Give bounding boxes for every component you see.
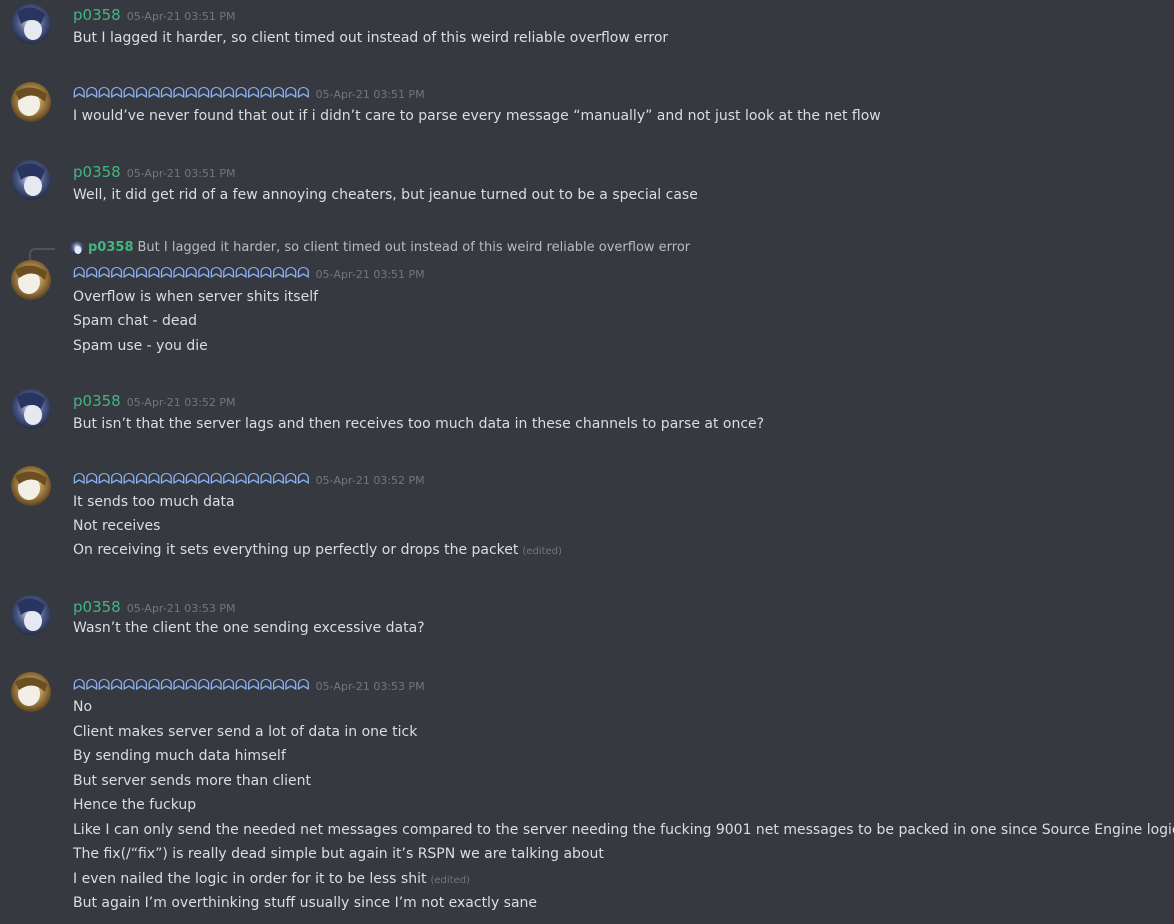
avatar[interactable] xyxy=(11,672,51,712)
message-group: p0358 05-Apr-21 03:51 PM But I lagged it … xyxy=(0,0,1174,70)
message-line: But isn’t that the server lags and then … xyxy=(73,416,765,432)
message-line: I even nailed the logic in order for it … xyxy=(73,869,470,889)
timestamp: 05-Apr-21 03:52 PM xyxy=(126,396,236,409)
reply-username[interactable]: p0358 xyxy=(88,240,134,255)
avatar[interactable] xyxy=(11,82,51,122)
message-line: But server sends more than client xyxy=(73,773,312,789)
timestamp: 05-Apr-21 03:53 PM xyxy=(315,680,425,693)
username[interactable]: p0358 xyxy=(73,163,121,181)
message-group: p0358 But I lagged it harder, so client t… xyxy=(0,236,1174,366)
message-line: On receiving it sets everything up perfe… xyxy=(73,540,562,560)
message-line: Spam use - you die xyxy=(73,338,208,354)
message-text: On receiving it sets everything up perfe… xyxy=(73,542,519,558)
message-line: Not receives xyxy=(73,518,161,534)
username[interactable]: ᗣᗣᗣᗣᗣᗣᗣᗣᗣᗣᗣᗣᗣᗣᗣᗣᗣᗣᗣ xyxy=(73,264,310,282)
timestamp: 05-Apr-21 03:51 PM xyxy=(126,10,236,23)
username[interactable]: p0358 xyxy=(73,6,121,24)
avatar[interactable] xyxy=(11,160,51,200)
message-line: Well, it did get rid of a few annoying c… xyxy=(73,187,698,203)
message-group: p0358 05-Apr-21 03:52 PM But isn’t that t… xyxy=(0,386,1174,456)
message-line: By sending much data himself xyxy=(73,748,286,764)
avatar[interactable] xyxy=(11,595,51,635)
message-line: Spam chat - dead xyxy=(73,313,197,329)
timestamp: 05-Apr-21 03:51 PM xyxy=(315,88,425,101)
message-line: Wasn’t the client the one sending excess… xyxy=(73,620,425,636)
avatar[interactable] xyxy=(11,260,51,300)
timestamp: 05-Apr-21 03:51 PM xyxy=(315,268,425,281)
message-group: ᗣᗣᗣᗣᗣᗣᗣᗣᗣᗣᗣᗣᗣᗣᗣᗣᗣᗣᗣ 05-Apr-21 03:51 PM I … xyxy=(0,78,1174,148)
timestamp: 05-Apr-21 03:53 PM xyxy=(126,602,236,615)
reply-avatar xyxy=(70,240,84,255)
timestamp: 05-Apr-21 03:51 PM xyxy=(126,167,236,180)
message-line: No xyxy=(73,699,93,715)
username[interactable]: p0358 xyxy=(73,392,121,410)
message-line: But again I’m overthinking stuff usually… xyxy=(73,895,538,911)
message-group: ᗣᗣᗣᗣᗣᗣᗣᗣᗣᗣᗣᗣᗣᗣᗣᗣᗣᗣᗣ 05-Apr-21 03:53 PM No… xyxy=(0,672,1174,924)
reply-text: But I lagged it harder, so client timed … xyxy=(137,240,691,255)
username[interactable]: p0358 xyxy=(73,598,121,616)
edited-label: (edited) xyxy=(430,875,470,886)
message-line: Overflow is when server shits itself xyxy=(73,289,319,305)
message-line: The fix(/“fix”) is really dead simple bu… xyxy=(73,846,604,862)
timestamp: 05-Apr-21 03:52 PM xyxy=(315,474,425,487)
reply-spine xyxy=(29,248,55,260)
message-line: Hence the fuckup xyxy=(73,797,197,813)
reply-preview[interactable]: p0358 But I lagged it harder, so client t… xyxy=(70,240,690,255)
username[interactable]: ᗣᗣᗣᗣᗣᗣᗣᗣᗣᗣᗣᗣᗣᗣᗣᗣᗣᗣᗣ xyxy=(73,470,310,488)
message-line: Like I can only send the needed net mess… xyxy=(73,822,1174,838)
message-group: p0358 05-Apr-21 03:53 PM Wasn’t the clien… xyxy=(0,592,1174,662)
message-line: I would’ve never found that out if i did… xyxy=(73,108,881,124)
avatar[interactable] xyxy=(11,4,51,44)
message-group: p0358 05-Apr-21 03:51 PM Well, it did get… xyxy=(0,157,1174,227)
message-text: I even nailed the logic in order for it … xyxy=(73,871,427,887)
edited-label: (edited) xyxy=(522,546,562,557)
avatar[interactable] xyxy=(11,389,51,429)
username[interactable]: ᗣᗣᗣᗣᗣᗣᗣᗣᗣᗣᗣᗣᗣᗣᗣᗣᗣᗣᗣ xyxy=(73,676,310,694)
message-group: ᗣᗣᗣᗣᗣᗣᗣᗣᗣᗣᗣᗣᗣᗣᗣᗣᗣᗣᗣ 05-Apr-21 03:52 PM It… xyxy=(0,466,1174,576)
username[interactable]: ᗣᗣᗣᗣᗣᗣᗣᗣᗣᗣᗣᗣᗣᗣᗣᗣᗣᗣᗣ xyxy=(73,84,310,102)
message-line: But I lagged it harder, so client timed … xyxy=(73,30,669,46)
avatar[interactable] xyxy=(11,466,51,506)
message-line: It sends too much data xyxy=(73,494,235,510)
message-line: Client makes server send a lot of data i… xyxy=(73,724,418,740)
